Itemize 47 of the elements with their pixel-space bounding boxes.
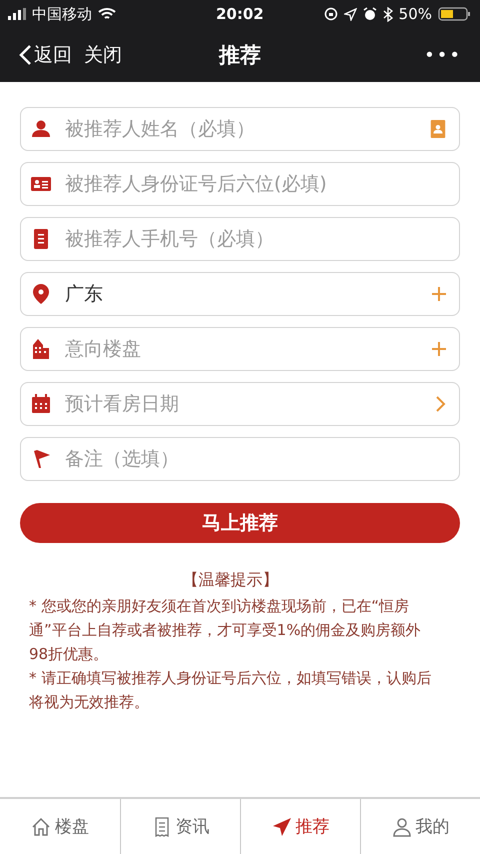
calendar-icon bbox=[31, 394, 51, 414]
tips-title: 【温馨提示】 bbox=[182, 569, 280, 591]
bluetooth-icon bbox=[382, 6, 393, 22]
submit-button[interactable]: 马上推荐 bbox=[20, 503, 460, 543]
input-field[interactable]: 备注（选填） bbox=[63, 447, 447, 471]
form-field[interactable]: 广东 bbox=[20, 272, 460, 316]
person-outline-icon bbox=[392, 816, 412, 836]
person-icon bbox=[31, 119, 51, 139]
battery-percent: 50% bbox=[398, 5, 432, 23]
rotation-lock-icon bbox=[324, 7, 338, 21]
form-field[interactable]: 意向楼盘 bbox=[20, 327, 460, 371]
input-field[interactable]: 意向楼盘 bbox=[63, 337, 419, 361]
chevron-right-icon bbox=[435, 395, 447, 413]
input-field[interactable]: 广东 bbox=[63, 282, 419, 306]
plus-icon bbox=[431, 341, 447, 357]
flag-icon bbox=[31, 449, 51, 469]
input-field[interactable]: 被推荐人身份证号后六位(必填) bbox=[63, 172, 447, 196]
id-card-icon bbox=[31, 174, 51, 194]
home-icon bbox=[31, 816, 51, 836]
page-title: 推荐 bbox=[219, 42, 261, 69]
location-arrow-icon bbox=[344, 8, 357, 20]
clock-time: 20:02 bbox=[216, 5, 264, 23]
close-button[interactable]: 关闭 bbox=[78, 42, 128, 68]
battery-icon bbox=[438, 7, 472, 21]
tip-text: * 您或您的亲朋好友须在首次到访楼盘现场前，已在“恒房通”平台上自荐或者被推荐，才可享受1%的佣金及购房额外98折优惠。 bbox=[29, 596, 422, 665]
plus-icon bbox=[431, 286, 447, 302]
carrier-name: 中国移动 bbox=[32, 4, 92, 24]
tip-text: * 请正确填写被推荐人身份证号后六位，如填写错误，认购后将视为无效推荐。 bbox=[29, 668, 432, 713]
form-field[interactable]: 被推荐人手机号（必填） bbox=[20, 217, 460, 261]
paper-plane-icon bbox=[272, 816, 292, 836]
alarm-icon bbox=[362, 7, 377, 21]
wifi-icon bbox=[98, 7, 116, 21]
form-field[interactable]: 备注（选填） bbox=[20, 437, 460, 481]
input-field[interactable]: 预计看房日期 bbox=[63, 392, 423, 416]
location-pin-icon bbox=[31, 284, 51, 304]
form-field[interactable]: 被推荐人身份证号后六位(必填) bbox=[20, 162, 460, 206]
form-field[interactable]: 预计看房日期 bbox=[20, 382, 460, 426]
contacts-icon bbox=[429, 119, 447, 139]
building-icon bbox=[31, 339, 51, 359]
chevron-left-icon bbox=[18, 44, 32, 66]
signal-icon bbox=[8, 8, 26, 20]
form-field[interactable]: 被推荐人姓名（必填） bbox=[20, 107, 460, 151]
input-field[interactable]: 被推荐人姓名（必填） bbox=[63, 117, 417, 141]
back-button[interactable]: 返回 bbox=[12, 42, 78, 68]
input-field[interactable]: 被推荐人手机号（必填） bbox=[63, 227, 447, 251]
more-button[interactable]: ••• bbox=[418, 44, 468, 66]
phone-icon bbox=[31, 229, 51, 249]
